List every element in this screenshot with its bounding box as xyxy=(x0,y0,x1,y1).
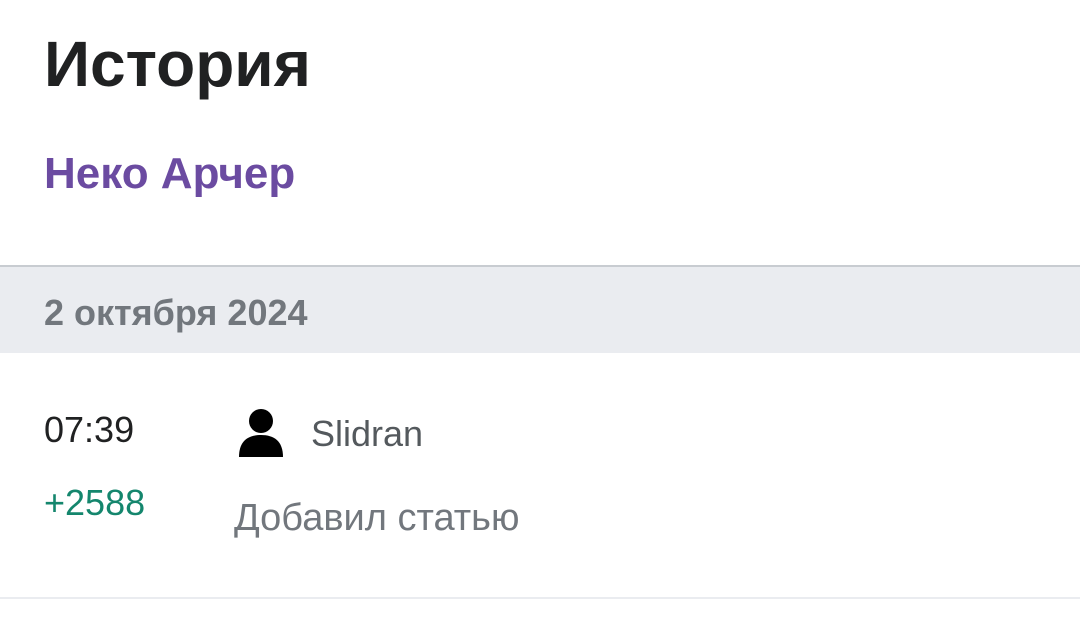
entry-time: 07:39 xyxy=(44,409,135,450)
history-page: История Неко Арчер 2 октября 2024 07:39 … xyxy=(0,0,1080,640)
date-label: 2 октября 2024 xyxy=(44,292,308,333)
page-title: История xyxy=(44,28,311,100)
entry-diff-size: +2588 xyxy=(44,482,146,523)
entry-edit-summary: Добавил статью xyxy=(234,497,520,539)
date-section-header: 2 октября 2024 xyxy=(0,265,1080,353)
history-entry[interactable]: 07:39 +2588 Slidran Добавил статью xyxy=(0,353,1080,599)
entry-username[interactable]: Slidran xyxy=(311,412,423,455)
user-avatar-icon xyxy=(239,409,283,457)
article-title-link[interactable]: Неко Арчер xyxy=(44,148,295,201)
